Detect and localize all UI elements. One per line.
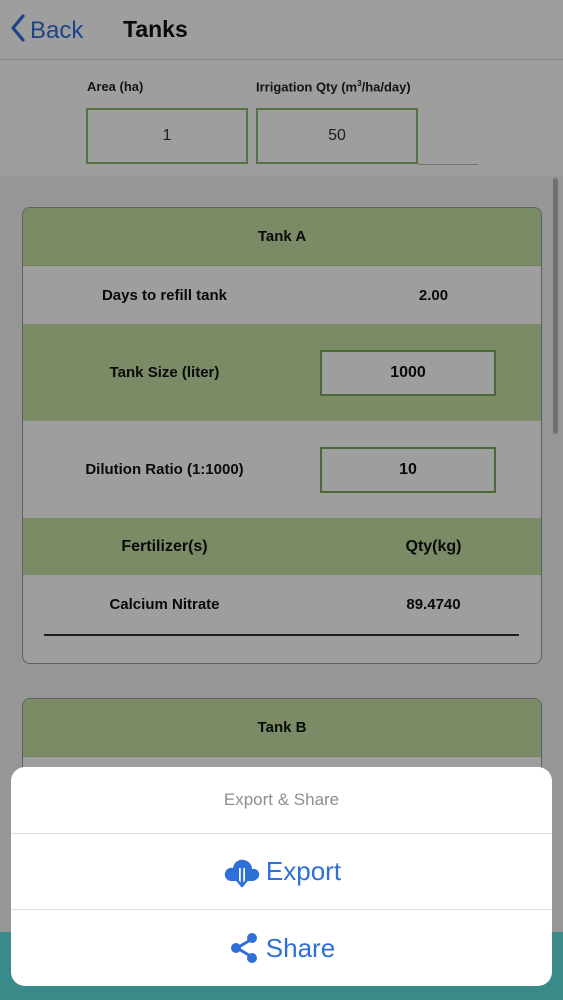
share-icon xyxy=(228,932,260,964)
share-label: Share xyxy=(265,932,336,963)
export-share-sheet: Export & Share Export Share xyxy=(11,767,552,986)
export-button[interactable]: Export xyxy=(11,834,552,910)
export-label: Export xyxy=(265,856,342,886)
sheet-title: Export & Share xyxy=(11,767,552,834)
share-button[interactable]: Share xyxy=(11,910,552,986)
cloud-download-icon xyxy=(222,855,262,889)
